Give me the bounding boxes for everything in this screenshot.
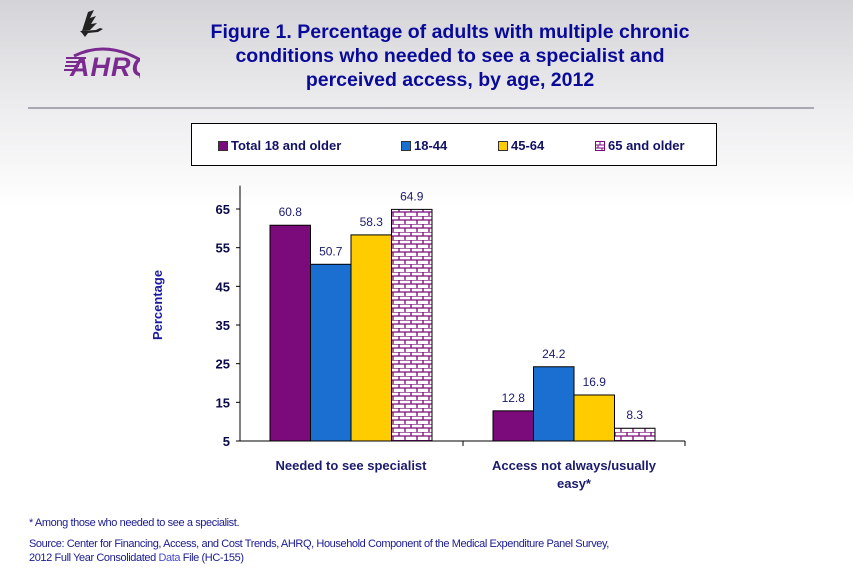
bar-value-label: 12.8 — [502, 391, 526, 405]
y-tick-label: 35 — [216, 318, 230, 333]
x-category-label: easy* — [557, 476, 592, 491]
bar — [573, 394, 615, 442]
source-note: Source: Center for Financing, Access, an… — [29, 537, 609, 565]
bar — [391, 208, 433, 442]
source-line-2: 2012 Full Year Consolidated Data File (H… — [29, 551, 609, 565]
bar — [533, 366, 575, 442]
bar-value-label: 50.7 — [319, 244, 343, 258]
bar-value-label: 16.9 — [583, 375, 607, 389]
bar — [614, 427, 656, 442]
y-tick-label: 45 — [216, 279, 230, 294]
bar-value-label: 60.8 — [279, 205, 303, 219]
bar — [310, 263, 352, 442]
data-file-link[interactable]: Data — [158, 552, 180, 564]
y-tick-label: 5 — [223, 434, 230, 449]
bar — [350, 234, 392, 442]
source-text: File (HC-155) — [180, 552, 244, 564]
x-category-label: Needed to see specialist — [275, 458, 427, 473]
y-axis-title: Percentage — [150, 270, 165, 340]
source-text: 2012 Full Year Consolidated — [29, 552, 159, 564]
bar-value-label: 8.3 — [626, 408, 643, 422]
y-tick-label: 65 — [216, 202, 230, 217]
y-tick-label: 25 — [216, 357, 230, 372]
bar — [492, 410, 534, 442]
bar-value-label: 64.9 — [400, 189, 424, 203]
y-tick-label: 55 — [216, 241, 230, 256]
y-tick-label: 15 — [216, 395, 230, 410]
footnote: * Among those who needed to see a specia… — [29, 517, 240, 529]
x-category-label: Access not always/usually — [492, 458, 657, 473]
bar-chart: 5 15 25 35 45 55 65 60.8 12.8 50.7 24.2 58.3 16.9 64… — [150, 185, 686, 491]
bar-value-label: 24.2 — [542, 347, 566, 361]
bar — [269, 224, 311, 442]
bar-value-label: 58.3 — [360, 215, 384, 229]
source-line-1: Source: Center for Financing, Access, an… — [29, 538, 609, 550]
